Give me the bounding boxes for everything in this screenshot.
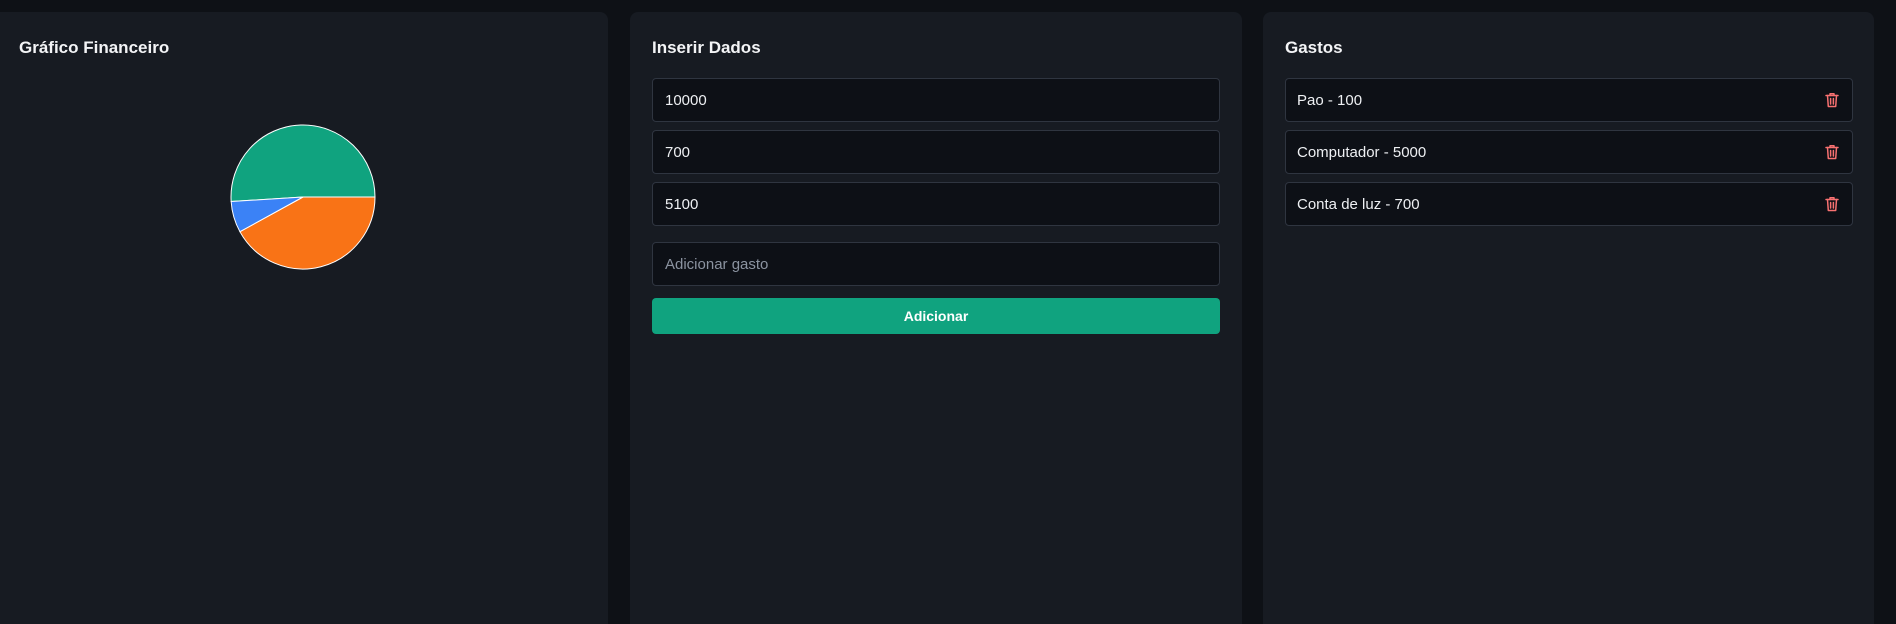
expense-item: Pao - 100 — [1285, 78, 1853, 122]
expense-label: Computador - 5000 — [1297, 143, 1427, 161]
pie-chart — [228, 122, 378, 272]
chart-panel: Gráfico Financeiro — [0, 12, 608, 624]
trash-icon[interactable] — [1822, 142, 1842, 162]
trash-icon[interactable] — [1822, 90, 1842, 110]
expense-item: Computador - 5000 — [1285, 130, 1853, 174]
add-expense-input[interactable] — [652, 242, 1220, 286]
expense-item: Conta de luz - 700 — [1285, 182, 1853, 226]
chart-panel-title: Gráfico Financeiro — [19, 38, 170, 57]
add-button[interactable]: Adicionar — [652, 298, 1220, 334]
bill-field[interactable] — [652, 130, 1220, 174]
expense-label: Pao - 100 — [1297, 91, 1363, 109]
income-field[interactable] — [652, 78, 1220, 122]
expenses-panel-title: Gastos — [1285, 38, 1343, 57]
expense-label: Conta de luz - 700 — [1297, 195, 1420, 213]
trash-icon[interactable] — [1822, 194, 1842, 214]
pie-slice — [230, 124, 376, 203]
pie-chart-svg — [230, 124, 376, 270]
app-root: Gráfico Financeiro Inserir Dados Adicion… — [0, 0, 1896, 624]
form-panel: Inserir Dados Adicionar — [630, 12, 1242, 624]
expenses-panel: Gastos Pao - 100 Computador - 5000 Conta… — [1263, 12, 1874, 624]
expense-total-field[interactable] — [652, 182, 1220, 226]
form-panel-title: Inserir Dados — [652, 38, 761, 57]
